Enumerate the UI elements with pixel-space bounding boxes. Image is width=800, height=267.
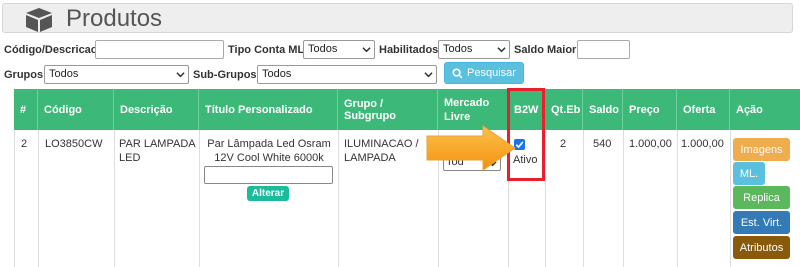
chevron-down-icon (176, 72, 185, 78)
col-acao: Ação (736, 103, 763, 116)
cell-divider (545, 130, 546, 267)
habilitados-select[interactable]: Todos (438, 40, 510, 59)
col-qteb: Qt.Eb (545, 89, 583, 130)
cell-divider (114, 130, 115, 267)
subgrupos-select[interactable]: Todos (257, 65, 437, 84)
ml-button[interactable]: ML. (733, 162, 765, 185)
row-preco: 1.000,00 (629, 138, 672, 150)
grupos-label: Grupos: (4, 69, 47, 81)
cell-divider (338, 130, 339, 267)
habilitados-value: Todos (443, 43, 473, 55)
cell-divider (677, 130, 678, 267)
imagens-button[interactable]: Imagens (733, 138, 790, 161)
page-header: Produtos (2, 3, 793, 33)
cube-icon (26, 8, 52, 32)
codigo-label: Código/Descricao: (4, 44, 102, 56)
est-virt-button[interactable]: Est. Virt. (733, 211, 790, 234)
col-codigo: Código (38, 89, 114, 130)
col-descricao: Descrição (114, 89, 199, 130)
atributos-button[interactable]: Atributos (733, 236, 790, 259)
tipo-conta-label: Tipo Conta ML: (228, 44, 308, 56)
row-saldo: 540 (593, 138, 612, 150)
chevron-down-icon (497, 47, 506, 53)
search-icon (452, 67, 463, 79)
search-button-label: Pesquisar (467, 67, 516, 79)
titulo-input[interactable] (204, 166, 333, 184)
saldo-input[interactable] (577, 40, 630, 59)
grupos-select[interactable]: Todos (44, 65, 189, 84)
chevron-down-icon (424, 72, 433, 78)
cell-divider (38, 130, 39, 267)
search-button[interactable]: Pesquisar (444, 62, 524, 84)
subgrupos-value: Todos (262, 68, 292, 80)
col-num: # (14, 89, 38, 130)
cell-divider (583, 130, 584, 267)
row-descricao: PAR LAMPADA LED (119, 138, 196, 164)
chevron-down-icon (362, 47, 371, 53)
col-grupo: Grupo / Subgrupo (338, 89, 438, 130)
grupos-value: Todos (49, 68, 79, 80)
codigo-input[interactable] (95, 40, 224, 59)
row-qteb: 2 (560, 138, 567, 150)
habilitados-label: Habilitados: (379, 44, 442, 56)
saldo-label: Saldo Maior: (514, 44, 581, 56)
cell-divider (623, 130, 624, 267)
page-title: Produtos (66, 5, 163, 32)
row-grupo: ILUMINACAO / LAMPADA (344, 138, 419, 164)
col-oferta: Oferta (677, 89, 730, 130)
subgrupos-label: Sub-Grupos: (193, 69, 261, 81)
tipo-conta-select[interactable]: Todos (303, 40, 375, 59)
annotation-arrow-icon (426, 125, 516, 171)
table-header: # Código Descrição Título Personalizado … (14, 89, 800, 130)
row-codigo: LO3850CW (45, 138, 103, 150)
row-titulo: Par Lâmpada Led Osram 12V Cool White 600… (207, 138, 331, 164)
tipo-conta-value: Todos (308, 43, 338, 55)
col-saldo: Saldo (583, 89, 623, 130)
col-titulo: Título Personalizado (199, 89, 338, 130)
row-num: 2 (21, 138, 28, 150)
replica-button[interactable]: Replica (733, 186, 790, 209)
row-oferta: 1.000,00 (681, 138, 724, 150)
cell-divider (730, 130, 731, 267)
cell-divider (199, 130, 200, 267)
col-preco: Preço (623, 89, 677, 130)
alterar-button[interactable]: Alterar (247, 186, 289, 201)
